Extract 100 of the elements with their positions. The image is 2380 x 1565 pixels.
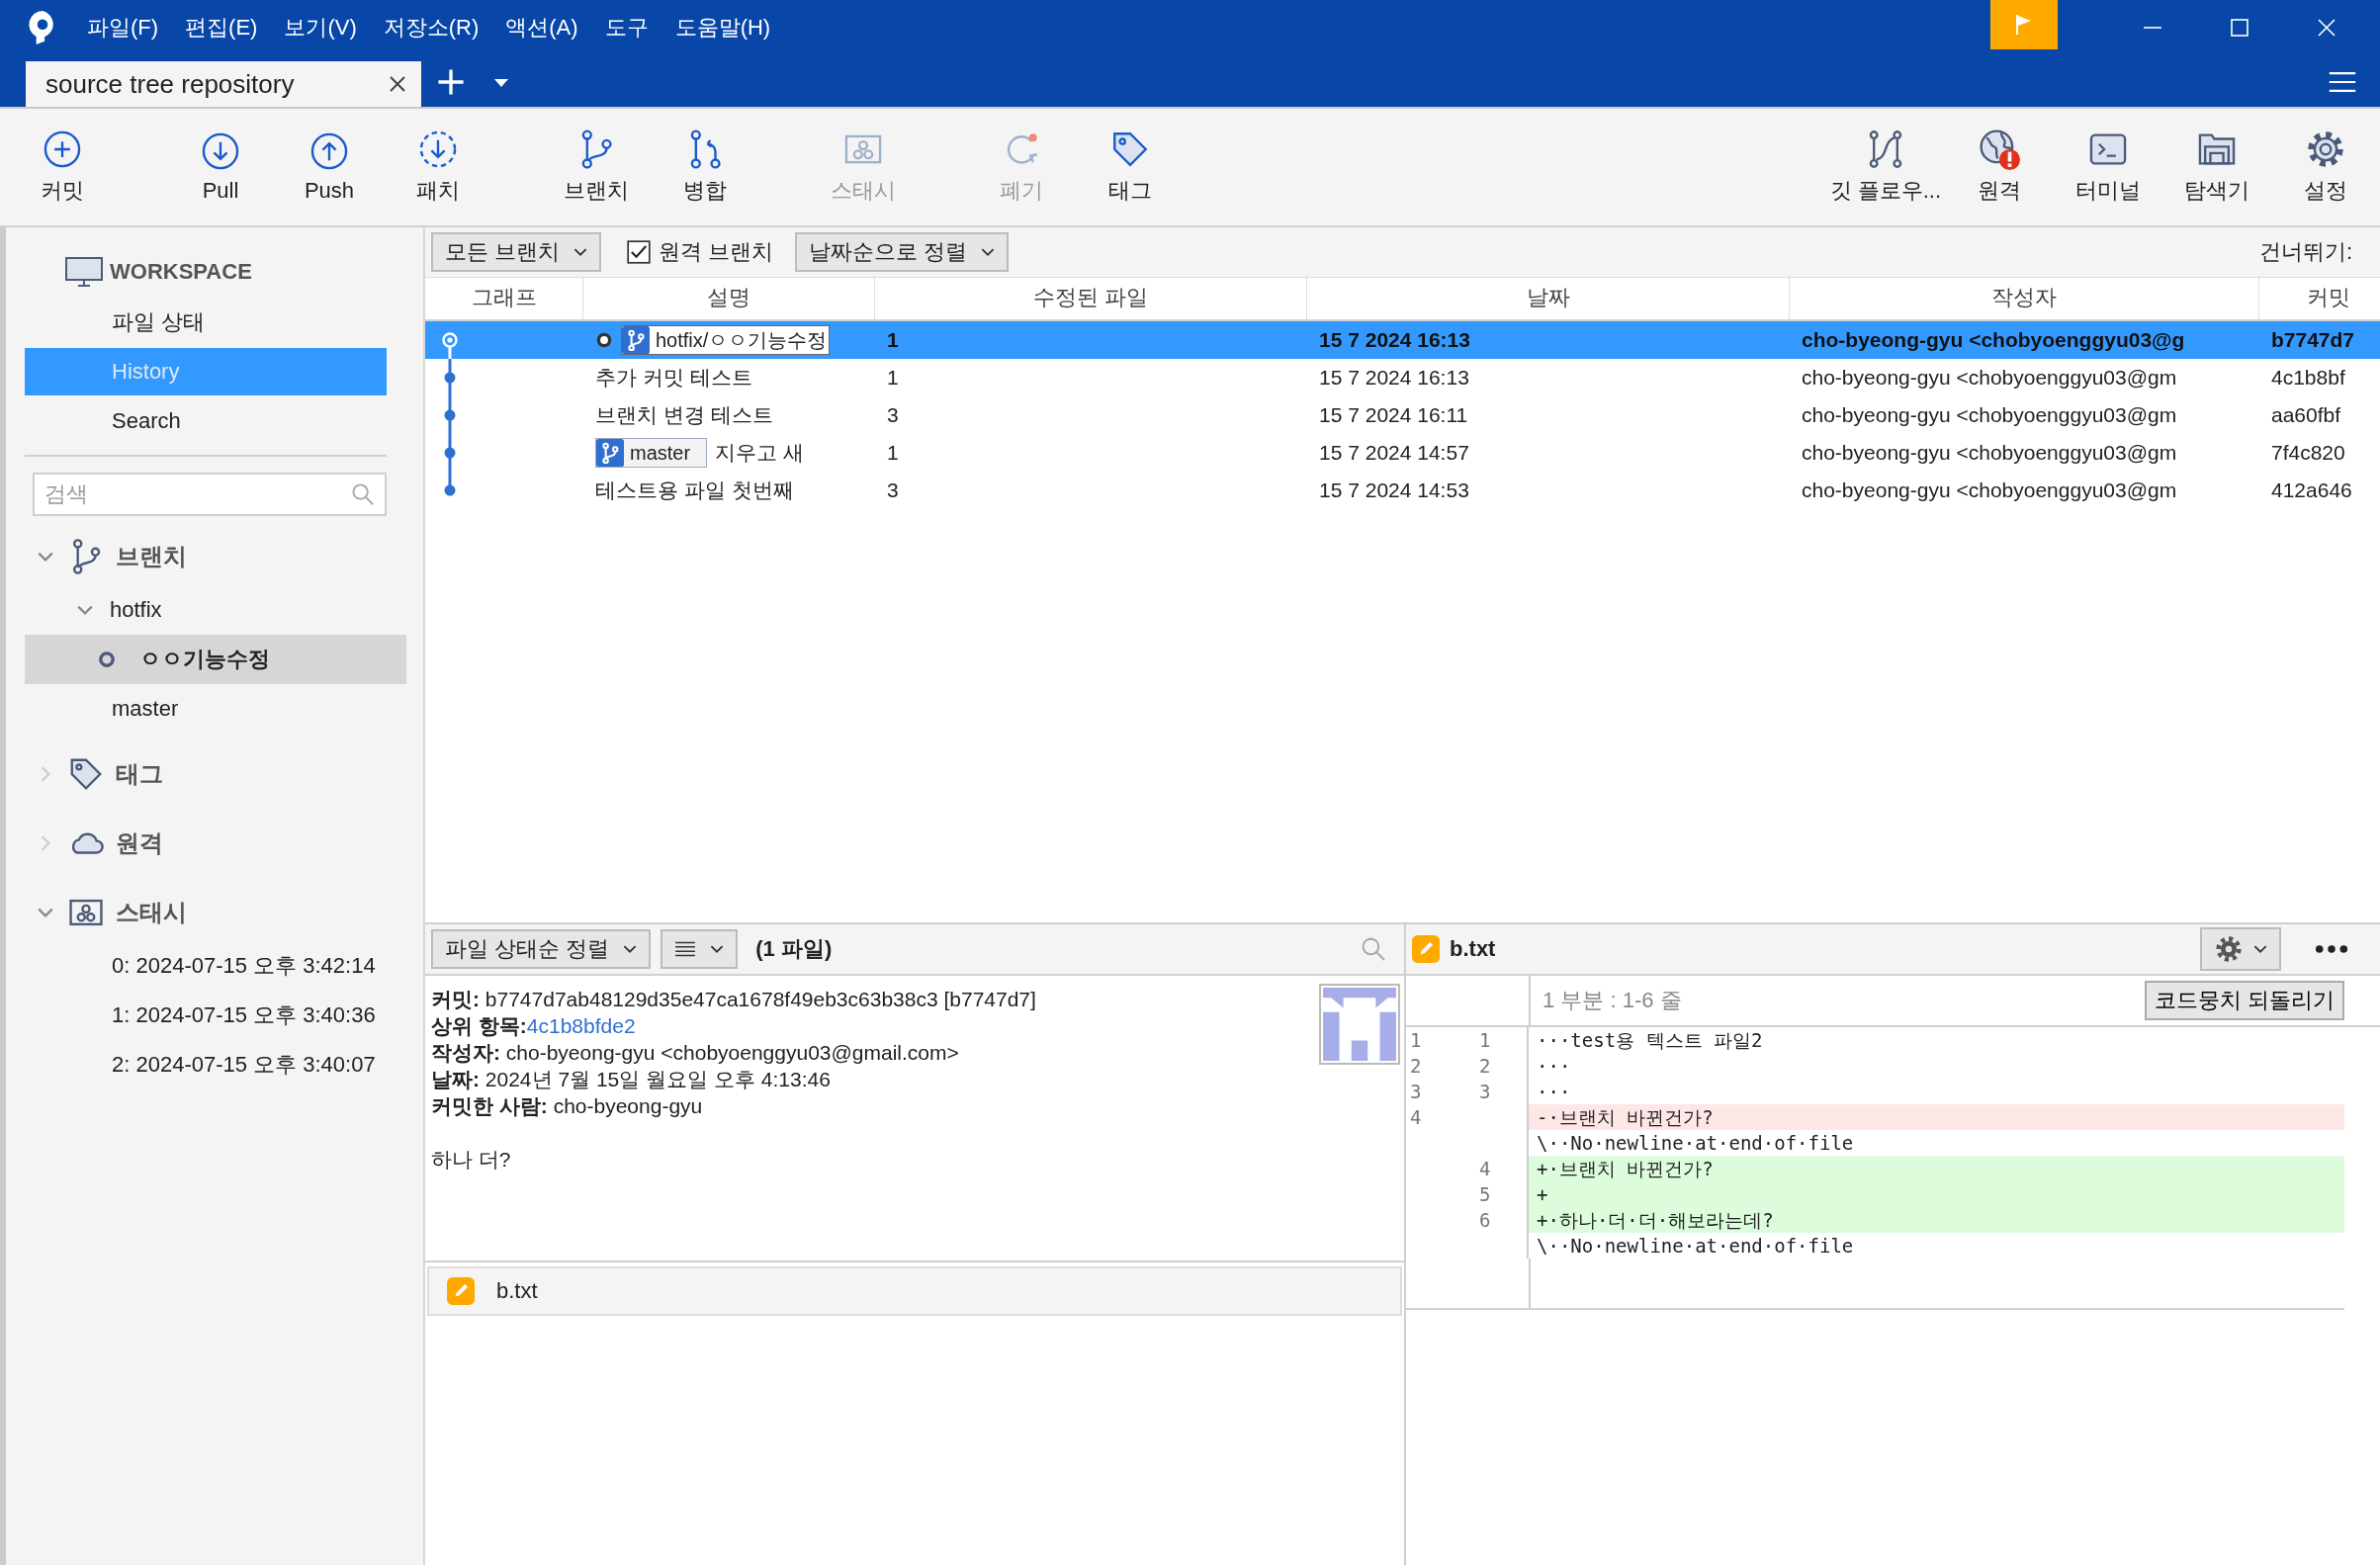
table-cell: 15 7 2024 16:13: [1319, 366, 1469, 390]
table-cell: 15 7 2024 14:53: [1319, 478, 1469, 502]
repository-tab[interactable]: source tree repository: [26, 61, 421, 107]
menu-item[interactable]: 액션(A): [505, 13, 578, 43]
toolbar-button[interactable]: 브랜치: [542, 109, 651, 225]
table-cell: cho-byeong-gyu <chobyoenggyu03@gm: [1802, 441, 2177, 465]
avatar-icon: [1319, 984, 1400, 1065]
branch-label[interactable]: master: [595, 438, 708, 468]
toolbar-button[interactable]: 커밋: [8, 109, 117, 225]
toolbar-button[interactable]: 깃 플로우...: [1825, 109, 1945, 225]
commit-row[interactable]: 브랜치 변경 테스트 3 15 7 2024 16:11 cho-byeong-gyu <chobyoenggyu03@gm aa60fbf: [425, 396, 2380, 434]
modified-file-icon: [447, 1277, 475, 1305]
menu-item[interactable]: 도구: [604, 13, 649, 43]
sidebar-item[interactable]: 1: 2024-07-15 오후 3:40:36: [25, 991, 406, 1040]
commit-row[interactable]: master 지우고 새 1 15 7 2024 14:57 cho-byeong-gyu <chobyoenggyu03@gm 7f4c820: [425, 434, 2380, 472]
caret-icon: [2253, 944, 2267, 954]
sidebar-item[interactable]: 2: 2024-07-15 오후 3:40:07: [25, 1040, 406, 1089]
caret-icon: [981, 247, 996, 257]
branch-item[interactable]: ㅇㅇ기능수정: [25, 635, 406, 684]
search-field[interactable]: 검색: [33, 473, 387, 516]
diff-line: ···test용 텍스트 파일2: [1536, 1028, 1764, 1053]
toolbar-button[interactable]: 원격: [1945, 109, 2054, 225]
column-header[interactable]: 날짜: [1307, 278, 1790, 319]
detail-label: 상위 항목:: [431, 1014, 527, 1037]
line-number: 2: [1467, 1053, 1529, 1079]
menu-item[interactable]: 파일(F): [87, 13, 159, 43]
caret-icon: [573, 247, 588, 257]
line-number: 1: [1467, 1027, 1529, 1053]
section-title[interactable]: 원격: [116, 827, 163, 859]
diff-line: ···: [1536, 1054, 1572, 1079]
checkbox-label[interactable]: 원격 브랜치: [659, 237, 774, 267]
table-cell: 1: [887, 441, 899, 465]
menu-item[interactable]: 편집(E): [185, 13, 258, 43]
commit-row[interactable]: 추가 커밋 테스트 1 15 7 2024 16:13 cho-byeong-gyu <chobyoenggyu03@gm 4c1b8bf: [425, 359, 2380, 396]
commit-detail: 커밋: b7747d7ab48129d35e47ca1678f49eb3c63b38c3 [b7747d7]: [431, 987, 1037, 1012]
menu-icon[interactable]: [2329, 71, 2356, 93]
branch-label[interactable]: hotfix/ㅇㅇ기능수정: [621, 325, 831, 355]
revert-hunk-button[interactable]: 코드뭉치 되돌리기: [2144, 981, 2344, 1020]
section-title[interactable]: 태그: [116, 758, 163, 790]
tab-title[interactable]: source tree repository: [45, 68, 388, 100]
toolbar-button[interactable]: 설정: [2271, 109, 2380, 225]
sort-dropdown[interactable]: 날짜순으로 정렬: [795, 232, 1010, 272]
table-cell: cho-byeong-gyu <chobyoenggyu03@g: [1802, 328, 2185, 352]
line-number: 3: [1467, 1079, 1529, 1104]
sidebar-item[interactable]: 파일 상태: [25, 299, 387, 346]
column-header[interactable]: 커밋: [2259, 278, 2380, 319]
table-cell: cho-byeong-gyu <chobyoenggyu03@gm: [1802, 366, 2177, 390]
toolbar-button[interactable]: 태그: [1076, 109, 1185, 225]
table-cell: 15 7 2024 16:13: [1319, 328, 1470, 352]
commit-row[interactable]: hotfix/ㅇㅇ기능수정 1 15 7 2024 16:13 cho-byeong-gyu <chobyoenggyu03@g b7747d7: [425, 321, 2380, 359]
sidebar-item[interactable]: 0: 2024-07-15 오후 3:42:14: [25, 941, 406, 991]
branch-filter-dropdown[interactable]: 모든 브랜치: [431, 232, 602, 272]
view-mode-dropdown[interactable]: [661, 929, 739, 969]
diff-line: ···: [1536, 1080, 1572, 1104]
column-header[interactable]: 설명: [583, 278, 875, 319]
toolbar-button[interactable]: Push: [275, 109, 384, 225]
table-cell: 412a646: [2271, 478, 2352, 502]
settings-dropdown[interactable]: [2200, 927, 2281, 971]
column-header[interactable]: 수정된 파일: [875, 278, 1307, 319]
toolbar-button[interactable]: 병합: [651, 109, 759, 225]
sidebar-item[interactable]: master: [25, 684, 406, 734]
globe-alert-icon: [1979, 129, 2020, 170]
more-icon[interactable]: [2315, 944, 2348, 954]
commit-message: 하나 더?: [431, 1147, 512, 1173]
column-header[interactable]: 그래프: [425, 278, 583, 319]
parent-commit-link[interactable]: 4c1b8bfde2: [526, 1014, 636, 1037]
table-cell: aa60fbf: [2271, 403, 2341, 427]
caret-icon[interactable]: [494, 79, 508, 87]
toolbar-button[interactable]: 패치: [384, 109, 492, 225]
menu-item[interactable]: 보기(V): [284, 13, 357, 43]
checkbox[interactable]: [627, 240, 652, 264]
table-cell: 3: [887, 403, 899, 427]
table-cell: cho-byeong-gyu <chobyoenggyu03@gm: [1802, 478, 2177, 502]
folder-label[interactable]: hotfix: [110, 597, 162, 623]
table-cell: 1: [887, 366, 899, 390]
file-row[interactable]: b.txt: [427, 1266, 1402, 1316]
section-title[interactable]: 브랜치: [116, 541, 187, 572]
commit-description: 브랜치 변경 테스트: [595, 402, 773, 428]
commit-detail: 커밋한 사람: cho-byeong-gyu: [431, 1093, 704, 1119]
table-cell: 4c1b8bf: [2271, 366, 2345, 390]
settings-icon: [2214, 934, 2244, 964]
section-title[interactable]: 스태시: [116, 897, 187, 928]
add-tab-icon[interactable]: [437, 68, 465, 96]
toolbar-button[interactable]: 탐색기: [2162, 109, 2271, 225]
toolbar-button[interactable]: 터미널: [2054, 109, 2162, 225]
line-number: 3: [1409, 1080, 1423, 1104]
column-header[interactable]: 작성자: [1790, 278, 2259, 319]
menu-item[interactable]: 저장소(R): [383, 13, 480, 43]
file-sort-dropdown[interactable]: 파일 상태순 정렬: [431, 929, 652, 969]
menu-item[interactable]: 도움말(H): [674, 13, 771, 43]
maximize-icon[interactable]: [2230, 18, 2249, 38]
file-count: (1 파일): [755, 935, 833, 963]
commit-row[interactable]: 테스트용 파일 첫번째 3 15 7 2024 14:53 cho-byeong-gyu <chobyoenggyu03@gm 412a646: [425, 472, 2380, 509]
toolbar-button[interactable]: Pull: [166, 109, 275, 225]
section-title: WORKSPACE: [110, 259, 252, 285]
close-icon[interactable]: [2317, 18, 2336, 38]
sidebar-item[interactable]: Search: [25, 397, 387, 445]
diff-line: \··No·newline·at·end·of·file: [1536, 1234, 1855, 1259]
close-icon[interactable]: [388, 74, 407, 94]
branch-icon: [622, 326, 650, 354]
